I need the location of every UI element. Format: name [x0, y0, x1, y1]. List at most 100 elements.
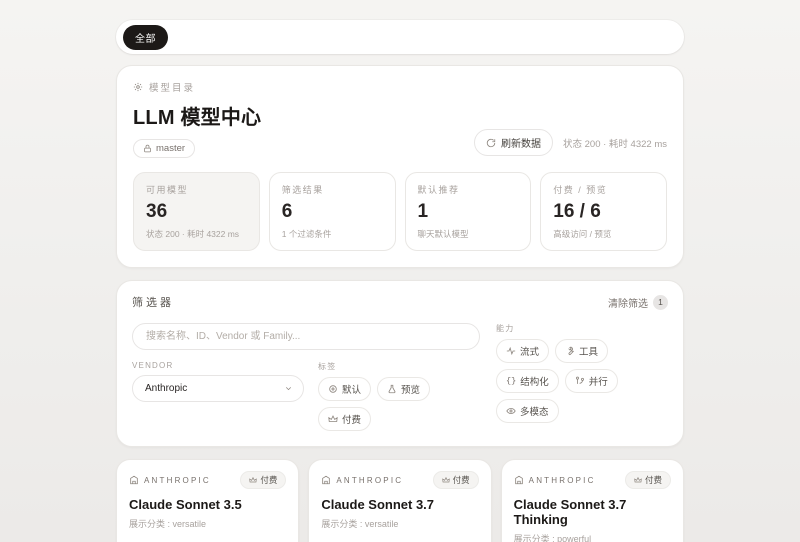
- clear-filters-label: 清除筛选: [608, 295, 648, 310]
- vendor-select[interactable]: Anthropic: [132, 375, 304, 402]
- stats-grid: 可用模型 36 状态 200 · 耗时 4322 ms 筛选结果 6 1 个过滤…: [133, 172, 667, 251]
- filter-title: 筛选器: [132, 294, 174, 310]
- stat-value: 36: [146, 201, 247, 223]
- clear-filters-button[interactable]: 清除筛选 1: [608, 295, 668, 310]
- crown-icon: [249, 476, 257, 484]
- filter-count-badge: 1: [653, 295, 668, 310]
- capability-pill-label: 流式: [520, 344, 539, 358]
- building-icon: [321, 475, 331, 485]
- model-category: 展示分类 : versatile: [129, 517, 286, 530]
- stat-label: 可用模型: [146, 183, 247, 196]
- building-icon: [129, 475, 139, 485]
- catalog-eyebrow: 模型目录: [133, 80, 261, 94]
- filter-left-column: VENDOR Anthropic 标签: [132, 323, 480, 431]
- model-card[interactable]: ANTHROPIC 付费 Claude Sonnet 3.7 Thinking …: [501, 459, 684, 542]
- model-card[interactable]: ANTHROPIC 付费 Claude Sonnet 3.7 展示分类 : ve…: [308, 459, 491, 542]
- lock-icon: [143, 144, 152, 153]
- model-category: 展示分类 : powerful: [514, 532, 671, 542]
- tags-label: 标签: [318, 361, 480, 372]
- paid-badge: 付费: [240, 471, 286, 489]
- stat-sub: 1 个过滤条件: [282, 228, 383, 240]
- vendor-name: ANTHROPIC: [529, 476, 596, 485]
- tag-pill-preview[interactable]: 预览: [377, 377, 430, 401]
- branch-label: master: [156, 143, 185, 154]
- chip-all[interactable]: 全部: [123, 25, 168, 50]
- capability-pill-label: 工具: [579, 344, 598, 358]
- search-input[interactable]: [132, 323, 480, 350]
- paid-badge: 付费: [433, 471, 479, 489]
- branch-icon: [575, 376, 585, 386]
- refresh-button[interactable]: 刷新数据: [474, 129, 553, 156]
- capability-pill-multimodal[interactable]: 多模态: [496, 399, 559, 423]
- page-container: 全部 模型目录 LLM 模型中心 master: [116, 0, 684, 542]
- stat-card-filtered: 筛选结果 6 1 个过滤条件: [269, 172, 396, 251]
- stat-card-available: 可用模型 36 状态 200 · 耗时 4322 ms: [133, 172, 260, 251]
- stat-value: 1: [418, 201, 519, 223]
- vendor-row: ANTHROPIC: [321, 475, 403, 485]
- vendor-name: ANTHROPIC: [144, 476, 211, 485]
- filter-card: 筛选器 清除筛选 1 VENDOR Anthropic: [116, 280, 684, 447]
- stat-sub: 状态 200 · 耗时 4322 ms: [146, 228, 247, 240]
- model-name: Claude Sonnet 3.7 Thinking: [514, 497, 671, 527]
- refresh-label: 刷新数据: [501, 135, 541, 150]
- gear-icon: [133, 82, 143, 92]
- tag-pill-label: 付费: [342, 412, 361, 426]
- capability-pill-parallel[interactable]: 并行: [565, 369, 618, 393]
- branch-badge: master: [133, 139, 195, 158]
- vendor-row: ANTHROPIC: [514, 475, 596, 485]
- model-name: Claude Sonnet 3.7: [321, 497, 478, 512]
- capabilities-block: 能力 流式 工具 {}: [496, 323, 668, 431]
- wrench-icon: [565, 346, 575, 356]
- capability-pill-streaming[interactable]: 流式: [496, 339, 549, 363]
- status-text: 状态 200 · 耗时 4322 ms: [563, 136, 667, 150]
- header-left: 模型目录 LLM 模型中心 master: [133, 80, 261, 158]
- stat-label: 筛选结果: [282, 183, 383, 196]
- crown-icon: [634, 476, 642, 484]
- tags-block: 标签 默认: [318, 361, 480, 431]
- header-card: 模型目录 LLM 模型中心 master 刷新数据 状态 200 ·: [116, 65, 684, 268]
- activity-icon: [506, 346, 516, 356]
- model-card[interactable]: ANTHROPIC 付费 Claude Sonnet 3.5 展示分类 : ve…: [116, 459, 299, 542]
- paid-badge-label: 付费: [260, 474, 277, 486]
- tag-pill-label: 预览: [401, 382, 420, 396]
- stat-card-paid-preview: 付费 / 预览 16 / 6 高级访问 / 预览: [540, 172, 667, 251]
- stat-label: 默认推荐: [418, 183, 519, 196]
- tag-pill-label: 默认: [342, 382, 361, 396]
- capability-pill-structured[interactable]: {} 结构化: [496, 369, 559, 393]
- stat-sub: 高级访问 / 预览: [553, 228, 654, 240]
- model-name: Claude Sonnet 3.5: [129, 497, 286, 512]
- capability-pill-label: 结构化: [520, 374, 549, 388]
- tag-pill-paid[interactable]: 付费: [318, 407, 371, 431]
- braces-icon: {}: [506, 376, 516, 386]
- stat-label: 付费 / 预览: [553, 183, 654, 196]
- catalog-eyebrow-label: 模型目录: [149, 80, 195, 94]
- chevron-down-icon: [284, 384, 293, 393]
- stat-card-default: 默认推荐 1 聊天默认模型: [405, 172, 532, 251]
- vendor-selected-value: Anthropic: [145, 383, 187, 394]
- capability-pill-tools[interactable]: 工具: [555, 339, 608, 363]
- crown-icon: [442, 476, 450, 484]
- refresh-icon: [486, 138, 496, 148]
- model-category: 展示分类 : versatile: [321, 517, 478, 530]
- building-icon: [514, 475, 524, 485]
- filter-chip-bar: 全部: [116, 20, 684, 54]
- crown-icon: [328, 414, 338, 424]
- stat-sub: 聊天默认模型: [418, 228, 519, 240]
- models-grid: ANTHROPIC 付费 Claude Sonnet 3.5 展示分类 : ve…: [116, 459, 684, 542]
- page-title: LLM 模型中心: [133, 101, 261, 130]
- vendor-block: VENDOR Anthropic: [132, 361, 304, 431]
- capabilities-label: 能力: [496, 323, 668, 334]
- paid-badge-label: 付费: [645, 474, 662, 486]
- vendor-row: ANTHROPIC: [129, 475, 211, 485]
- flask-icon: [387, 384, 397, 394]
- stat-value: 6: [282, 201, 383, 223]
- vendor-name: ANTHROPIC: [336, 476, 403, 485]
- stat-value: 16 / 6: [553, 201, 654, 223]
- header-actions: 刷新数据 状态 200 · 耗时 4322 ms: [474, 129, 667, 156]
- target-icon: [328, 384, 338, 394]
- paid-badge-label: 付费: [453, 474, 470, 486]
- eye-icon: [506, 406, 516, 416]
- vendor-label: VENDOR: [132, 361, 304, 370]
- capability-pill-label: 并行: [589, 374, 608, 388]
- tag-pill-default[interactable]: 默认: [318, 377, 371, 401]
